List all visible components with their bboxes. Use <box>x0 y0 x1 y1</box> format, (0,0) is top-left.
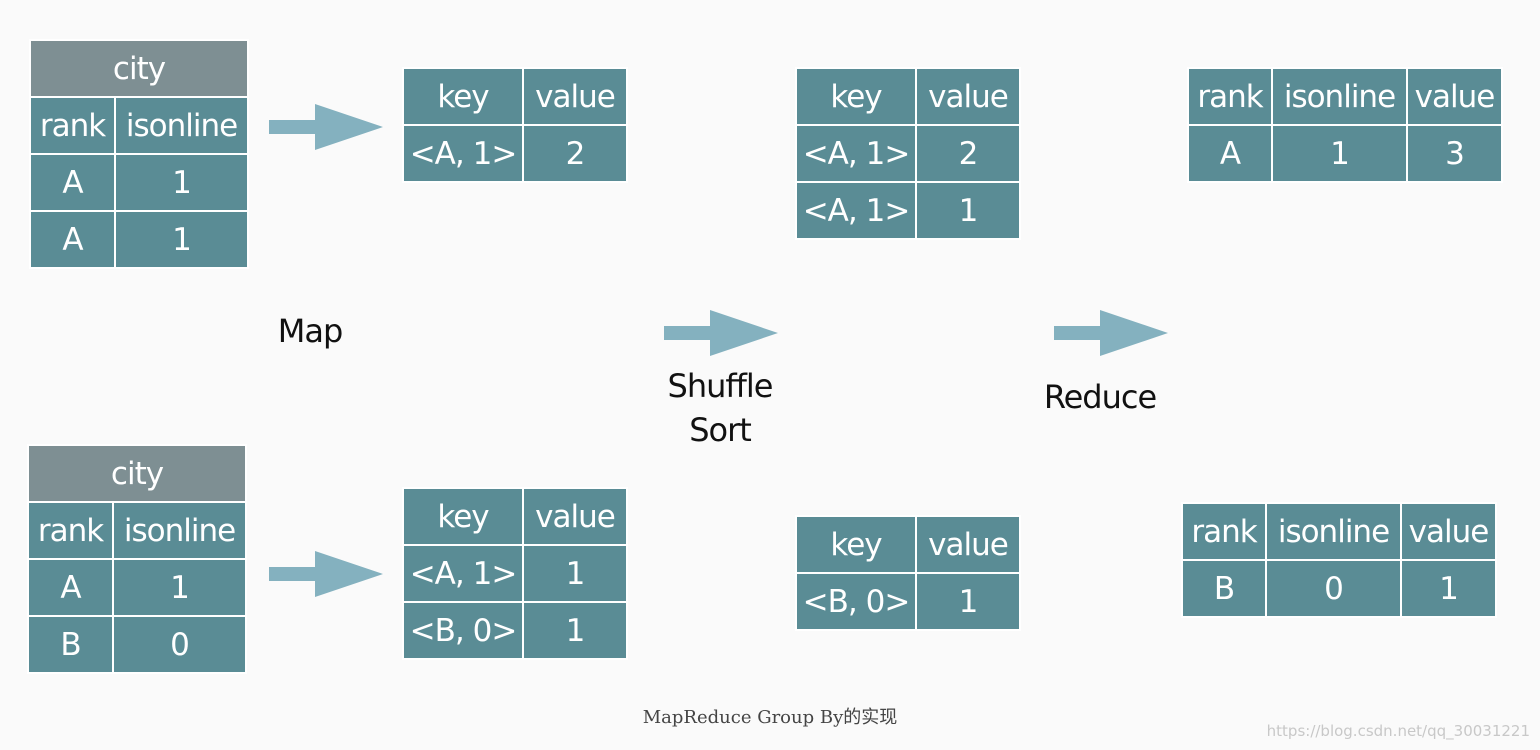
map-stage-label: Map <box>277 312 344 350</box>
table-cell: <B, 0> <box>795 572 917 631</box>
table-cell: 1 <box>1271 124 1408 183</box>
column-header: isonline <box>113 96 250 155</box>
table-row: B 0 1 <box>1181 559 1497 618</box>
table-cell: <B, 0> <box>402 601 524 660</box>
table-row: <A, 1> 2 <box>402 124 628 183</box>
reduce-output-table-1: rank isonline value A 1 3 <box>1187 67 1503 183</box>
table-cell: A <box>1187 124 1273 183</box>
table-row: B 0 <box>27 615 248 674</box>
table-cell: A <box>29 153 116 212</box>
column-header: key <box>795 67 917 126</box>
table-cell: 1 <box>915 181 1021 240</box>
column-header: rank <box>1181 502 1267 561</box>
column-header: key <box>795 515 917 574</box>
column-header: value <box>915 67 1021 126</box>
table-cell: <A, 1> <box>402 544 524 603</box>
input-table-2: city rank isonline A 1 B 0 <box>26 444 248 674</box>
table-cell: B <box>27 615 114 674</box>
table-cell: 1 <box>111 558 248 617</box>
column-header: key <box>402 67 524 126</box>
table-title: city <box>28 39 250 98</box>
column-header: value <box>522 67 628 126</box>
table-row: <A, 1> 1 <box>402 544 628 603</box>
column-header: key <box>402 487 524 546</box>
column-header: rank <box>1187 67 1273 126</box>
table-cell: 1 <box>522 601 628 660</box>
table-cell: 1 <box>915 572 1021 631</box>
table-cell: 1 <box>113 210 250 269</box>
diagram-canvas: city rank isonline A 1 A 1 city rank iso… <box>0 0 1540 750</box>
column-header: value <box>915 515 1021 574</box>
table-cell: A <box>27 558 114 617</box>
table-cell: B <box>1181 559 1267 618</box>
table-cell: <A, 1> <box>795 181 917 240</box>
reduce-output-table-2: rank isonline value B 0 1 <box>1181 502 1497 618</box>
column-header: isonline <box>1265 502 1402 561</box>
table-title: city <box>26 444 248 503</box>
table-row: <A, 1> 2 <box>795 124 1021 183</box>
reduce-stage-label: Reduce <box>1043 378 1157 416</box>
arrow-right-icon <box>664 310 778 356</box>
shuffle-output-table-2: key value <B, 0> 1 <box>795 515 1021 631</box>
column-header: isonline <box>111 501 248 560</box>
table-row: A 1 <box>29 210 250 269</box>
table-cell: <A, 1> <box>795 124 917 183</box>
table-cell: 1 <box>1400 559 1497 618</box>
watermark-url: https://blog.csdn.net/qq_30031221 <box>1266 722 1530 740</box>
table-row: <B, 0> 1 <box>402 601 628 660</box>
arrow-right-icon <box>269 104 383 150</box>
column-header: rank <box>27 501 114 560</box>
table-row: A 1 <box>29 153 250 212</box>
column-header: value <box>522 487 628 546</box>
table-cell: 2 <box>915 124 1021 183</box>
column-header: value <box>1400 502 1497 561</box>
table-cell: <A, 1> <box>402 124 524 183</box>
arrow-right-icon <box>1054 310 1168 356</box>
column-header: rank <box>29 96 116 155</box>
table-row: A 1 3 <box>1187 124 1503 183</box>
sort-stage-label: Sort <box>689 411 752 449</box>
input-table-1: city rank isonline A 1 A 1 <box>28 39 250 269</box>
table-cell: 0 <box>111 615 248 674</box>
table-row: A 1 <box>27 558 248 617</box>
table-cell: 2 <box>522 124 628 183</box>
shuffle-stage-label: Shuffle <box>667 367 774 405</box>
table-cell: A <box>29 210 116 269</box>
map-output-table-1: key value <A, 1> 2 <box>402 67 628 183</box>
column-header: isonline <box>1271 67 1408 126</box>
shuffle-output-table-1: key value <A, 1> 2 <A, 1> 1 <box>795 67 1021 240</box>
table-row: <B, 0> 1 <box>795 572 1021 631</box>
table-cell: 1 <box>522 544 628 603</box>
map-output-table-2: key value <A, 1> 1 <B, 0> 1 <box>402 487 628 660</box>
table-row: <A, 1> 1 <box>795 181 1021 240</box>
table-cell: 0 <box>1265 559 1402 618</box>
arrow-right-icon <box>269 551 383 597</box>
table-cell: 1 <box>113 153 250 212</box>
column-header: value <box>1406 67 1503 126</box>
table-cell: 3 <box>1406 124 1503 183</box>
